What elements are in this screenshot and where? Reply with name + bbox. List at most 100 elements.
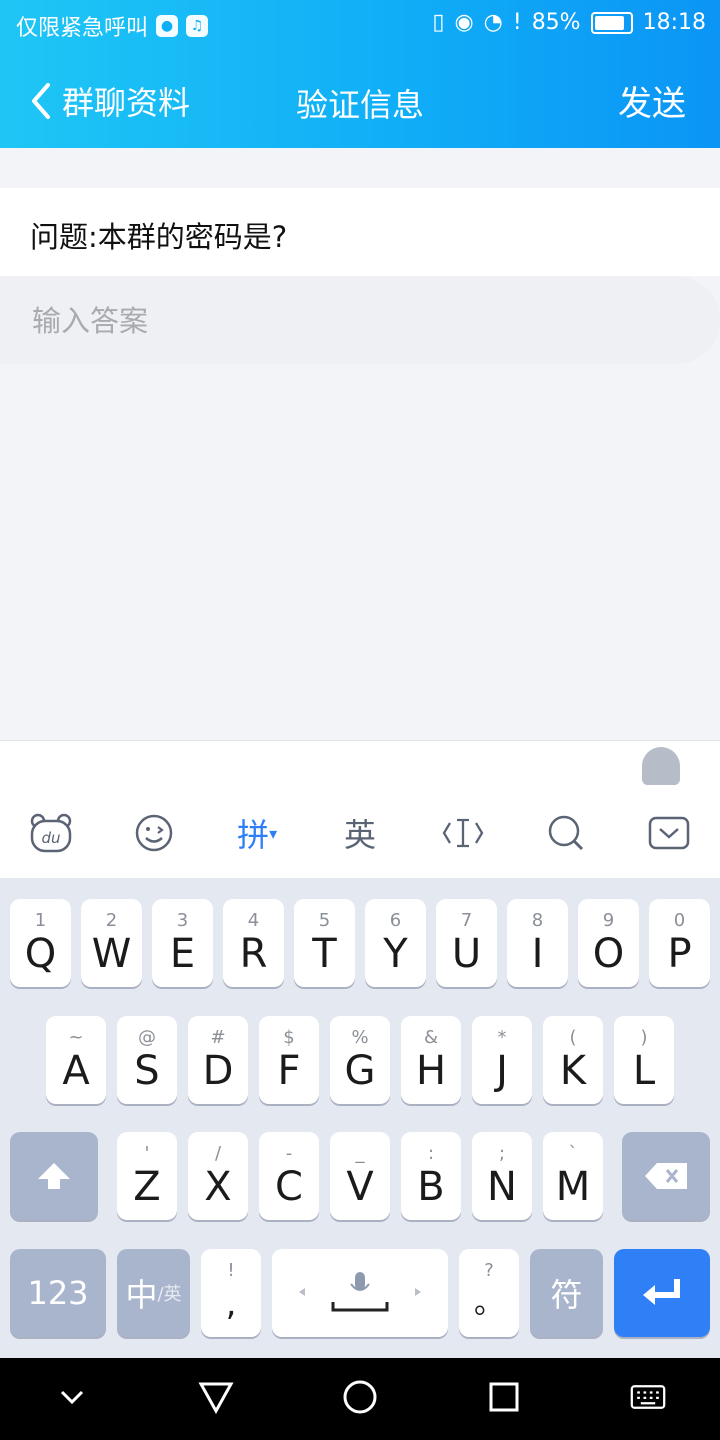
key-k[interactable]: (K bbox=[543, 1016, 603, 1104]
key-w[interactable]: 2W bbox=[81, 899, 142, 987]
key-letter: B bbox=[417, 1164, 445, 1210]
enter-icon bbox=[643, 1279, 680, 1305]
key-s[interactable]: @ S bbox=[117, 1016, 177, 1104]
shift-icon bbox=[38, 1163, 70, 1189]
music-icon: ♫ bbox=[186, 15, 209, 37]
search-icon[interactable] bbox=[514, 788, 617, 878]
numbers-key[interactable]: 123 bbox=[10, 1249, 106, 1337]
app-badge-icon: ● bbox=[156, 15, 179, 37]
back-triangle-icon[interactable] bbox=[198, 1379, 234, 1419]
key-r[interactable]: 4R bbox=[223, 899, 284, 987]
wifi-icon: ◔ bbox=[483, 10, 503, 35]
key-h[interactable]: & H bbox=[401, 1016, 461, 1104]
key-hint: - bbox=[285, 1143, 293, 1164]
keyboard-toolbar: du 拼 ▾ 英 bbox=[0, 788, 720, 879]
answer-row[interactable] bbox=[0, 276, 720, 364]
key-e[interactable]: 3E bbox=[152, 899, 213, 987]
clock: 18:18 bbox=[642, 10, 706, 35]
comma-key[interactable]: !, bbox=[201, 1249, 261, 1337]
key-letter: O bbox=[592, 931, 625, 977]
key-letter: C bbox=[275, 1164, 303, 1210]
home-circle-icon[interactable] bbox=[342, 1379, 378, 1419]
key-letter: F bbox=[277, 1048, 301, 1094]
key-hint: : bbox=[427, 1143, 435, 1164]
key-l[interactable]: ) L bbox=[614, 1016, 674, 1104]
key-letter: T bbox=[312, 931, 337, 977]
key-hint: $ bbox=[283, 1027, 295, 1048]
key-c[interactable]: -C bbox=[259, 1132, 319, 1220]
cursor-icon[interactable] bbox=[411, 788, 514, 878]
key-a[interactable]: ~ A bbox=[46, 1016, 106, 1104]
collapse-keyboard-icon[interactable] bbox=[617, 788, 720, 878]
status-left: 仅限紧急呼叫 ● ♫ bbox=[16, 10, 209, 42]
key-t[interactable]: 5T bbox=[294, 899, 355, 987]
pinyin-mode[interactable]: 拼 ▾ bbox=[206, 788, 309, 878]
key-hint: 1 bbox=[34, 910, 47, 931]
key-i[interactable]: 8I bbox=[507, 899, 568, 987]
space-mic-icon bbox=[299, 1272, 421, 1312]
eye-icon: ◉ bbox=[454, 10, 474, 35]
status-bar: 仅限紧急呼叫 ● ♫ ▯ ◉ ◔ ! 85% 18:18 bbox=[0, 0, 720, 50]
key-letter: X bbox=[204, 1164, 232, 1210]
key-hint: 8 bbox=[531, 910, 544, 931]
enter-key[interactable] bbox=[614, 1249, 710, 1337]
key-letter: Y bbox=[383, 931, 408, 977]
key-hint: 0 bbox=[673, 910, 686, 931]
key-hint: _ bbox=[355, 1143, 365, 1164]
key-d[interactable]: # D bbox=[188, 1016, 248, 1104]
key-v[interactable]: _ V bbox=[330, 1132, 390, 1220]
key-g[interactable]: % G bbox=[330, 1016, 390, 1104]
shift-key[interactable] bbox=[10, 1132, 98, 1220]
key-hint: / bbox=[214, 1143, 222, 1164]
svg-text:du: du bbox=[42, 829, 61, 847]
key-n[interactable]: ; N bbox=[472, 1132, 532, 1220]
back-button[interactable]: 群聊资料 bbox=[30, 78, 190, 124]
hide-nav-icon[interactable] bbox=[54, 1379, 90, 1419]
key-u[interactable]: 7U bbox=[436, 899, 497, 987]
key-letter: R bbox=[239, 931, 268, 977]
key-x[interactable]: / X bbox=[188, 1132, 248, 1220]
emoji-icon[interactable] bbox=[103, 788, 206, 878]
key-hint: @ bbox=[138, 1027, 156, 1048]
recents-square-icon[interactable] bbox=[486, 1379, 522, 1419]
key-letter: U bbox=[451, 931, 482, 977]
key-hint: ) bbox=[640, 1027, 648, 1048]
keyboard-logo-icon[interactable] bbox=[642, 747, 680, 785]
key-hint: ' bbox=[144, 1143, 150, 1164]
key-hint: * bbox=[497, 1027, 507, 1048]
key-letter: A bbox=[62, 1048, 90, 1094]
key-letter: W bbox=[91, 931, 132, 977]
keyboard-switch-icon[interactable] bbox=[630, 1379, 666, 1419]
send-button[interactable]: 发送 bbox=[618, 76, 686, 125]
key-m[interactable]: ` M bbox=[543, 1132, 603, 1220]
back-label: 群聊资料 bbox=[62, 84, 191, 122]
key-z[interactable]: ' Z bbox=[117, 1132, 177, 1220]
key-y[interactable]: 6Y bbox=[365, 899, 426, 987]
space-key[interactable] bbox=[272, 1249, 448, 1337]
key-j[interactable]: * J bbox=[472, 1016, 532, 1104]
status-right: ▯ ◉ ◔ ! 85% 18:18 bbox=[432, 10, 706, 35]
key-letter: P bbox=[667, 931, 692, 977]
key-f[interactable]: $ F bbox=[259, 1016, 319, 1104]
symbols-key[interactable]: 符 bbox=[530, 1249, 603, 1337]
system-nav-bar bbox=[0, 1358, 720, 1440]
language-switch-key[interactable]: 中/英 bbox=[117, 1249, 190, 1337]
du-icon[interactable]: du bbox=[0, 788, 103, 878]
question-row: 问题:本群的密码是? bbox=[0, 188, 720, 276]
key-hint: 5 bbox=[318, 910, 331, 931]
key-b[interactable]: :B bbox=[401, 1132, 461, 1220]
key-o[interactable]: 9O bbox=[578, 899, 639, 987]
period-key[interactable]: ?。 bbox=[459, 1249, 519, 1337]
key-hint: ` bbox=[568, 1143, 578, 1164]
key-q[interactable]: 1Q bbox=[10, 899, 71, 987]
key-letter: Q bbox=[24, 931, 57, 977]
key-p[interactable]: 0P bbox=[649, 899, 710, 987]
backspace-key[interactable] bbox=[622, 1132, 710, 1220]
key-letter: J bbox=[496, 1048, 508, 1094]
header: 仅限紧急呼叫 ● ♫ ▯ ◉ ◔ ! 85% 18:18 验证信息 群聊资料 发… bbox=[0, 0, 720, 148]
key-letter: E bbox=[169, 931, 196, 977]
english-mode[interactable]: 英 bbox=[309, 788, 412, 878]
answer-input[interactable] bbox=[30, 296, 674, 346]
alert-icon: ! bbox=[512, 10, 522, 35]
key-letter: Z bbox=[133, 1164, 161, 1210]
